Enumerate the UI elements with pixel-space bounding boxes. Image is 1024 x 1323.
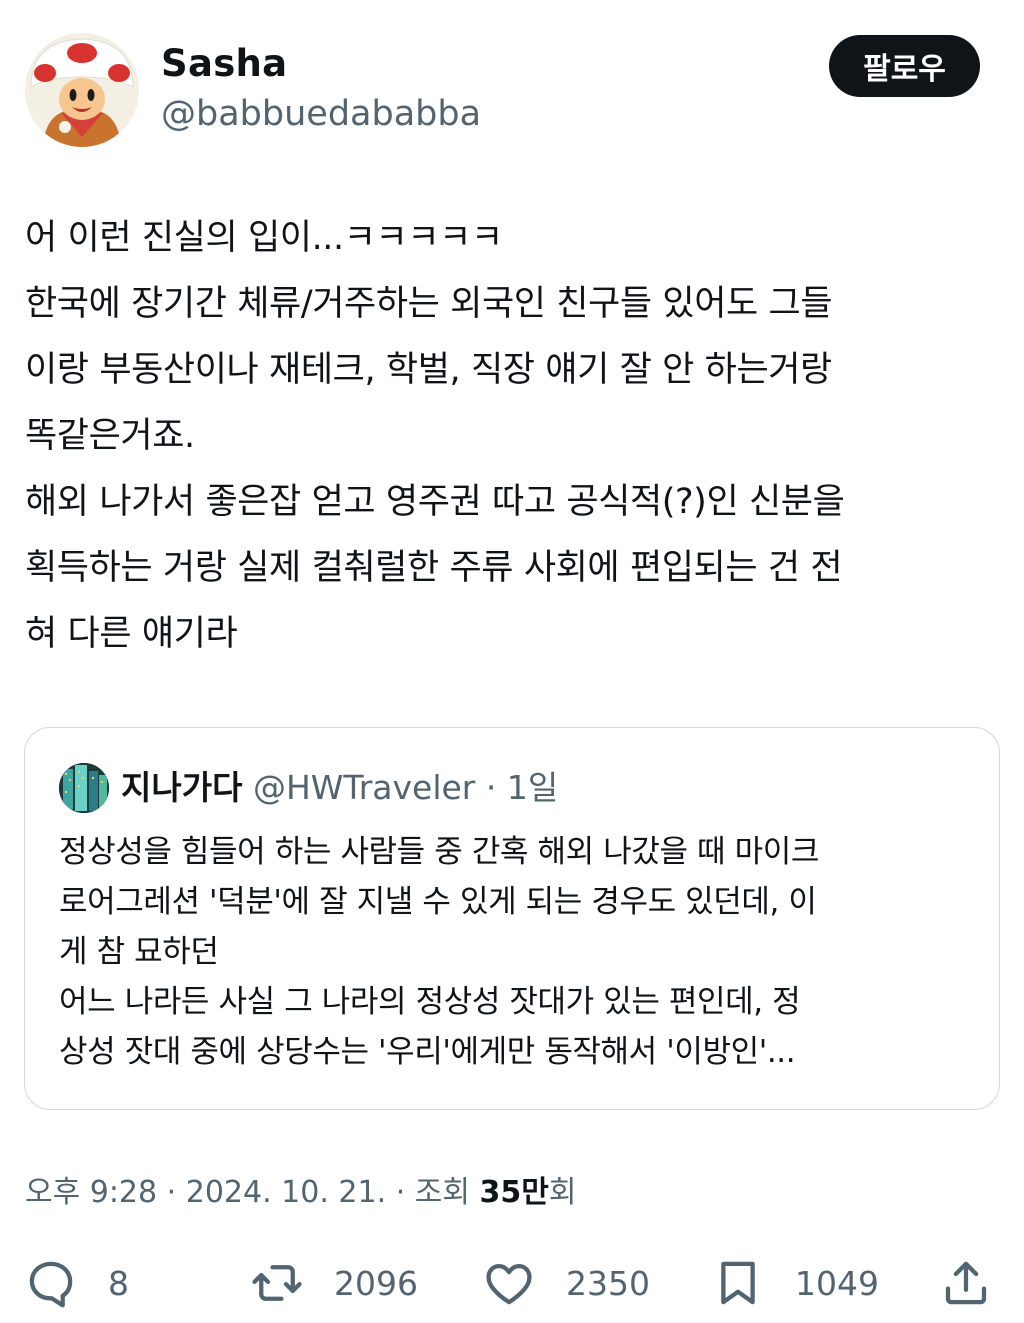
reply-icon (29, 1261, 73, 1308)
author-name[interactable]: Sasha (161, 42, 287, 85)
tweet-text-line: 혀 다른 얘기라 (25, 614, 238, 654)
views-count: 35만 (479, 1175, 549, 1210)
repost-count: 2096 (334, 1263, 418, 1303)
share-icon (945, 1261, 987, 1305)
heart-icon (486, 1263, 532, 1305)
tweet-text: 어 이런 진실의 입이...ㅋㅋㅋㅋㅋ 한국에 장기간 체류/거주하는 외국인 … (25, 205, 1010, 667)
tweet-detail: Sasha @babbuedababba 팔로우 어 이런 진실의 입이...ㅋ… (0, 0, 1024, 1323)
follow-button[interactable]: 팔로우 (829, 35, 980, 97)
quoted-text-line: 상성 잣대 중에 상당수는 '우리'에게만 동작해서 '이방인'... (59, 1034, 796, 1070)
tweet-time[interactable]: 오후 9:28 (25, 1175, 157, 1210)
quoted-text-line: 게 참 묘하던 (59, 934, 219, 970)
tweet-text-line: 획득하는 거랑 실제 컬춰럴한 주류 사회에 편입되는 건 전 (25, 548, 843, 588)
tweet-metadata: 오후 9:28 · 2024. 10. 21. · 조회 35만회 (25, 1170, 577, 1216)
bookmark-icon (721, 1261, 755, 1305)
author-handle[interactable]: @babbuedababba (161, 94, 481, 134)
views-label: 조회 (414, 1175, 470, 1210)
share-button[interactable] (939, 1255, 993, 1311)
meta-separator: · (395, 1175, 406, 1210)
bookmark-count: 1049 (795, 1263, 879, 1303)
reply-button[interactable]: 8 (24, 1255, 129, 1311)
quoted-author-name[interactable]: 지나가다 (121, 768, 242, 807)
quoted-text-line: 정상성을 힘들어 하는 사람들 중 간혹 해외 나갔을 때 마이크 (59, 834, 819, 870)
tweet-text-line: 이랑 부동산이나 재테크, 학벌, 직장 얘기 잘 안 하는거랑 (25, 350, 832, 390)
quoted-author-handle[interactable]: @HWTraveler (253, 768, 475, 807)
tweet-date[interactable]: 2024. 10. 21. (186, 1175, 386, 1210)
toad-avatar-image (25, 33, 139, 147)
tweet-text-line: 똑같은거죠. (25, 416, 195, 456)
quoted-tweet-text: 정상성을 힘들어 하는 사람들 중 간혹 해외 나갔을 때 마이크 로어그레션 … (59, 827, 979, 1077)
quoted-text-line: 로어그레션 '덕분'에 잘 지낼 수 있게 되는 경우도 있던데, 이 (59, 884, 817, 920)
bookmark-button[interactable]: 1049 (711, 1255, 879, 1311)
meta-separator: · (166, 1175, 177, 1210)
reply-count: 8 (108, 1263, 129, 1303)
quoted-tweet-header: 지나가다 @HWTraveler · 1일 (121, 765, 558, 811)
quoted-separator: · (485, 768, 497, 807)
tweet-text-line: 한국에 장기간 체류/거주하는 외국인 친구들 있어도 그들 (25, 284, 833, 324)
like-button[interactable]: 2350 (482, 1255, 650, 1311)
quoted-timestamp[interactable]: 1일 (507, 768, 558, 807)
repost-button[interactable]: 2096 (250, 1255, 418, 1311)
like-count: 2350 (566, 1263, 650, 1303)
quoted-text-line: 어느 나라든 사실 그 나라의 정상성 잣대가 있는 편인데, 정 (59, 984, 801, 1020)
building-avatar-image (59, 763, 109, 813)
views-suffix: 회 (548, 1175, 577, 1210)
repost-icon (252, 1265, 302, 1301)
tweet-text-line: 해외 나가서 좋은잡 얻고 영주권 따고 공식적(?)인 신분을 (25, 482, 845, 522)
quoted-tweet-card[interactable]: 지나가다 @HWTraveler · 1일 정상성을 힘들어 하는 사람들 중 … (24, 727, 1000, 1110)
tweet-text-line: 어 이런 진실의 입이...ㅋㅋㅋㅋㅋ (25, 218, 503, 258)
quoted-author-avatar[interactable] (59, 763, 109, 813)
author-avatar[interactable] (25, 33, 139, 147)
